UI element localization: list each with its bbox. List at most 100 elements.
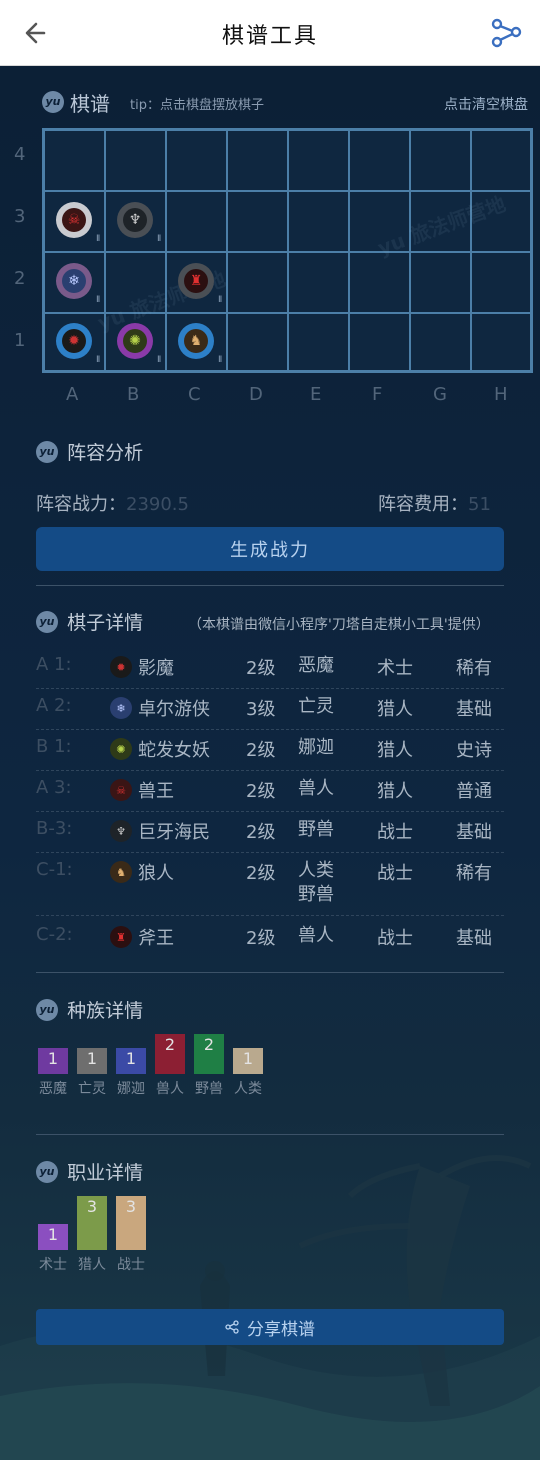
board-cell-g4[interactable] [410,130,471,191]
board-cell-a4[interactable] [44,130,105,191]
row-race: 娜迦 [298,737,334,758]
row-race: 亡灵 [298,696,334,717]
race-bars: 1 1 1 2 2 1 [36,1034,296,1074]
board-cell-e4[interactable] [288,130,349,191]
piece-lycan[interactable]: ♞ [178,323,214,359]
board-cell-h4[interactable] [471,130,531,191]
yu-logo-icon: yu [42,91,64,113]
board-cell-d1[interactable] [227,313,288,371]
race-label: 兽人 [156,1081,184,1097]
col-label-e: E [310,384,322,405]
page-title: 棋谱工具 [221,24,318,49]
row-level: 2级 [246,863,276,884]
row-rarity: 稀有 [456,658,492,679]
race-label: 野兽 [195,1081,223,1097]
piece-beastmaster[interactable]: ☠ [56,202,92,238]
row-divider [36,811,504,812]
board-title: 棋谱 [70,92,110,116]
level-mark: II [96,234,100,244]
piece-shadow-fiend[interactable]: ✹ [56,323,92,359]
row-rarity: 基础 [456,699,492,720]
board-cell-d4[interactable] [227,130,288,191]
lineup-cost-label: 阵容费用： [378,494,468,515]
row-class: 战士 [377,928,413,949]
board-cell-f2[interactable] [349,252,410,313]
board-cell-e1[interactable] [288,313,349,371]
row-divider [36,770,504,771]
yu-logo-icon: yu [36,998,58,1021]
row-rarity: 普通 [456,781,492,802]
board-cell-c4[interactable] [166,130,227,191]
race-header: yu 种族详情 [36,996,143,1023]
piece-tusk[interactable]: ♆ [117,202,153,238]
col-label-c: C [188,384,201,405]
divider [36,972,504,973]
level-mark: II [96,355,100,365]
shadow-fiend-icon: ✹ [110,656,132,678]
row-level: 2级 [246,740,276,761]
board-cell-g2[interactable] [410,252,471,313]
row-level: 2级 [246,928,276,949]
lineup-power-value: 2390.5 [126,494,189,515]
board-cell-h1[interactable] [471,313,531,371]
board-cell-b4[interactable] [105,130,166,191]
board-cell-g3[interactable] [410,191,471,252]
yu-logo-icon: yu [36,1160,58,1183]
clear-board-link[interactable]: 点击清空棋盘 [444,94,528,114]
board-cell-e3[interactable] [288,191,349,252]
details-title: 棋子详情 [67,612,144,634]
row-position: B 1: [36,736,72,757]
race-bar-orc: 2 [155,1034,185,1074]
drow-ranger-icon: ❄ [110,697,132,719]
lineup-power-label: 阵容战力： [36,494,126,515]
row-race: 人类 野兽 [298,860,334,905]
row-position: C-2: [36,924,73,945]
row-name: 卓尔游侠 [138,699,210,720]
row-rarity: 基础 [456,928,492,949]
piece-drow-ranger[interactable]: ❄ [56,263,92,299]
col-label-a: A [66,384,79,405]
row-label-3: 3 [14,206,26,227]
board-cell-g1[interactable] [410,313,471,371]
yu-logo-icon: yu [36,610,58,633]
piece-axe[interactable]: ♜ [178,263,214,299]
race-bar-demon: 1 [38,1048,68,1074]
board-cell-e2[interactable] [288,252,349,313]
board-cell-f1[interactable] [349,313,410,371]
board-tip: tip：点击棋盘摆放棋子 [130,98,264,113]
col-label-b: B [127,384,140,405]
row-position: B-3: [36,818,73,839]
generate-power-button[interactable]: 生成战力 [36,527,504,571]
row-label-4: 4 [14,144,26,165]
row-name: 兽王 [138,781,174,802]
row-name: 狼人 [138,863,174,884]
share-icon[interactable] [488,14,524,50]
top-bar: 棋谱工具 [0,0,540,66]
class-label: 术士 [39,1257,67,1273]
board-cell-h2[interactable] [471,252,531,313]
board-cell-d3[interactable] [227,191,288,252]
race-bar-naga: 1 [116,1048,146,1074]
board-cell-b2[interactable] [105,252,166,313]
race-bar-beast: 2 [194,1034,224,1074]
share-lineup-button[interactable]: 分享棋谱 [36,1309,504,1345]
chess-board[interactable]: yu 旅法师营地 yu 旅法师营地 ☠ II ♆ II ❄ II ♜ II ✹ … [42,128,533,373]
row-race: 兽人 [298,925,334,946]
row-position: A 2: [36,695,72,716]
board-cell-f3[interactable] [349,191,410,252]
level-mark: II [218,295,222,305]
row-rarity: 稀有 [456,863,492,884]
board-cell-h3[interactable] [471,191,531,252]
level-mark: II [157,234,161,244]
class-bars: 1 3 3 [36,1196,296,1250]
lineup-cost-value: 51 [468,494,491,515]
row-class: 猎人 [377,699,413,720]
piece-medusa[interactable]: ✺ [117,323,153,359]
row-level: 2级 [246,781,276,802]
board-cell-c3[interactable] [166,191,227,252]
row-class: 战士 [377,822,413,843]
board-cell-f4[interactable] [349,130,410,191]
row-label-1: 1 [14,330,26,351]
tusk-icon: ♆ [110,820,132,842]
board-cell-d2[interactable] [227,252,288,313]
